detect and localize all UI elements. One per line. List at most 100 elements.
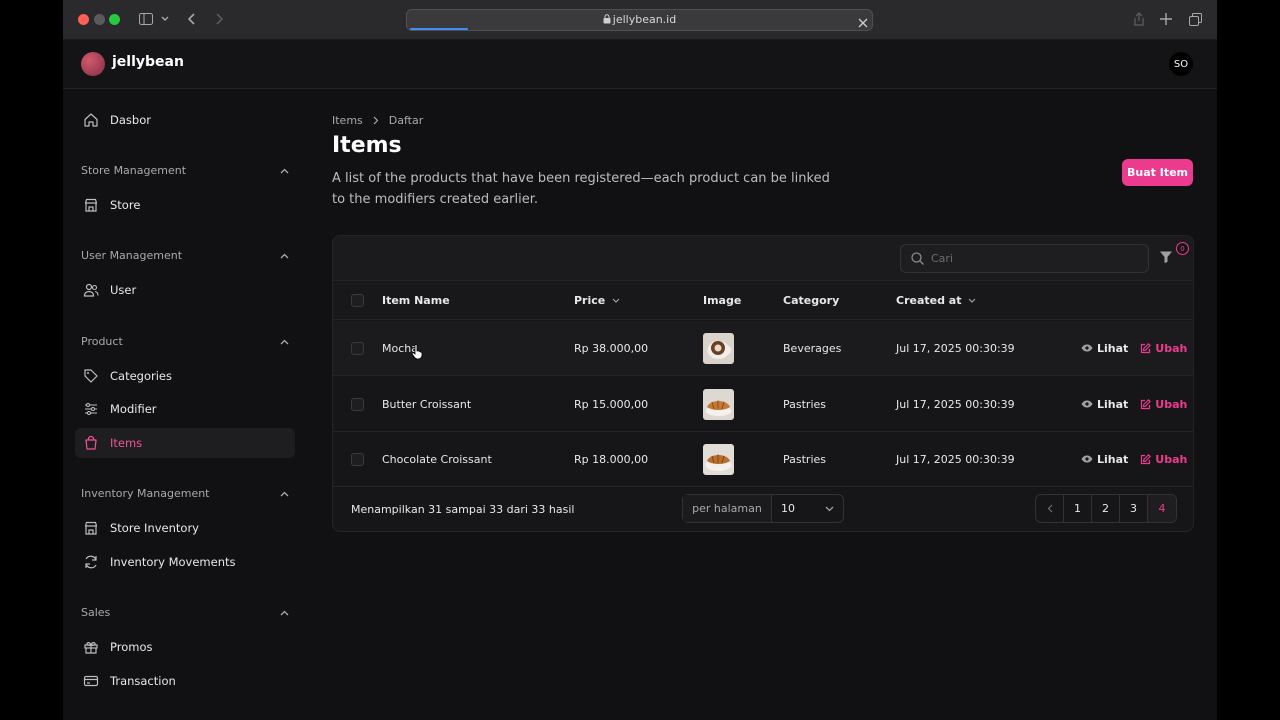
page-button-4[interactable]: 4 bbox=[1148, 495, 1176, 522]
edit-icon bbox=[1141, 398, 1152, 409]
item-price: Rp 18.000,00 bbox=[574, 452, 649, 466]
sort-chevron-icon bbox=[969, 298, 976, 303]
filter-count-badge: 0 bbox=[1176, 242, 1189, 255]
brand-name[interactable]: jellybean bbox=[112, 54, 184, 70]
sidebar-item-label: Inventory Movements bbox=[110, 555, 236, 569]
sidebar-toggle-icon[interactable] bbox=[136, 9, 156, 29]
sidebar-item-label: Store bbox=[110, 198, 141, 212]
mocha-photo bbox=[703, 332, 734, 364]
view-button[interactable]: Lihat bbox=[1081, 342, 1128, 355]
search-box[interactable] bbox=[900, 244, 1149, 273]
previous-page-button[interactable] bbox=[1036, 495, 1064, 522]
credit-card-icon bbox=[81, 673, 101, 689]
column-item-name[interactable]: Item Name bbox=[382, 282, 450, 319]
sidebar-item-items[interactable]: Items bbox=[75, 428, 295, 458]
lock-icon bbox=[603, 14, 611, 24]
group-sales[interactable]: Sales bbox=[81, 606, 289, 619]
item-category: Beverages bbox=[783, 341, 842, 355]
table-row[interactable]: Mocha Rp 38.000,00 Beverages Jul 17, 202… bbox=[333, 321, 1193, 376]
url-text: jellybean.id bbox=[612, 13, 677, 26]
logo-icon bbox=[81, 52, 105, 76]
sidebar-item-categories[interactable]: Categories bbox=[75, 361, 295, 391]
edit-icon bbox=[1141, 342, 1152, 353]
row-checkbox[interactable] bbox=[351, 341, 364, 355]
page-button-3[interactable]: 3 bbox=[1120, 495, 1148, 522]
page-button-1[interactable]: 1 bbox=[1064, 495, 1092, 522]
edit-button[interactable]: Ubah bbox=[1140, 398, 1187, 411]
gift-icon bbox=[81, 639, 101, 655]
per-page-label: per halaman bbox=[683, 495, 772, 522]
browser-toolbar: jellybean.id bbox=[63, 0, 1217, 40]
column-price[interactable]: Price bbox=[574, 282, 620, 319]
store-icon bbox=[81, 520, 101, 536]
row-checkbox[interactable] bbox=[351, 397, 364, 411]
edit-button[interactable]: Ubah bbox=[1140, 342, 1187, 355]
back-icon[interactable] bbox=[182, 9, 202, 29]
sidebar-item-label: Dasbor bbox=[110, 113, 151, 127]
view-label: Lihat bbox=[1097, 452, 1129, 466]
group-user-management[interactable]: User Management bbox=[81, 249, 289, 262]
sidebar-item-modifier[interactable]: Modifier bbox=[75, 394, 295, 424]
row-checkbox[interactable] bbox=[351, 452, 364, 466]
sidebar-item-dasbor[interactable]: Dasbor bbox=[75, 105, 295, 135]
column-created-at[interactable]: Created at bbox=[896, 282, 976, 319]
group-title: User Management bbox=[81, 249, 183, 262]
item-name[interactable]: Chocolate Croissant bbox=[382, 432, 492, 486]
item-category: Pastries bbox=[783, 397, 827, 411]
table-toolbar: 0 bbox=[333, 236, 1193, 281]
group-product[interactable]: Product bbox=[81, 335, 289, 348]
table-row[interactable]: Chocolate Croissant Rp 18.000,00 Pastrie… bbox=[333, 432, 1193, 487]
refresh-icon bbox=[81, 554, 101, 570]
table-row[interactable]: Butter Croissant Rp 15.000,00 Pastries J… bbox=[333, 377, 1193, 432]
group-title: Inventory Management bbox=[81, 487, 210, 500]
view-label: Lihat bbox=[1097, 341, 1129, 355]
breadcrumb-items[interactable]: Items bbox=[332, 114, 363, 127]
sidebar-item-transaction[interactable]: Transaction bbox=[75, 666, 295, 696]
maximize-window-button[interactable] bbox=[109, 14, 120, 25]
create-item-button[interactable]: Buat Item bbox=[1122, 159, 1193, 186]
group-inventory-management[interactable]: Inventory Management bbox=[81, 487, 289, 500]
user-avatar[interactable]: SO bbox=[1169, 52, 1193, 76]
page-title: Items bbox=[332, 133, 402, 158]
view-button[interactable]: Lihat bbox=[1081, 453, 1128, 466]
sidebar-item-store[interactable]: Store bbox=[75, 190, 295, 220]
chevron-up-icon bbox=[280, 168, 289, 173]
item-name[interactable]: Butter Croissant bbox=[382, 377, 471, 431]
edit-icon bbox=[1141, 453, 1152, 464]
chevron-up-icon bbox=[280, 491, 289, 496]
edit-label: Ubah bbox=[1155, 397, 1188, 411]
pagination: 1 2 3 4 bbox=[1035, 494, 1177, 523]
page-description: A list of the products that have been re… bbox=[332, 171, 830, 207]
edit-button[interactable]: Ubah bbox=[1140, 453, 1187, 466]
group-title: Sales bbox=[81, 606, 111, 619]
per-page-select[interactable]: per halaman 10 bbox=[682, 494, 844, 523]
store-icon bbox=[81, 197, 101, 213]
sidebar-item-store-inventory[interactable]: Store Inventory bbox=[75, 513, 295, 543]
select-all-checkbox[interactable] bbox=[351, 294, 364, 307]
page-button-2[interactable]: 2 bbox=[1092, 495, 1120, 522]
chevron-up-icon bbox=[280, 610, 289, 615]
share-icon[interactable] bbox=[1129, 9, 1149, 29]
new-tab-icon[interactable] bbox=[1156, 9, 1176, 29]
view-button[interactable]: Lihat bbox=[1081, 398, 1128, 411]
tag-icon bbox=[81, 368, 101, 384]
search-input[interactable] bbox=[931, 252, 1131, 265]
sidebar-item-label: Transaction bbox=[110, 674, 176, 688]
column-label: Created at bbox=[896, 294, 962, 307]
sidebar-item-user[interactable]: User bbox=[75, 275, 295, 305]
sidebar-item-inventory-movements[interactable]: Inventory Movements bbox=[75, 547, 295, 577]
close-window-button[interactable] bbox=[78, 14, 89, 25]
sidebar-item-promos[interactable]: Promos bbox=[75, 632, 295, 662]
tab-overview-icon[interactable] bbox=[1185, 9, 1205, 29]
column-category: Category bbox=[783, 294, 840, 307]
chevron-down-icon[interactable] bbox=[155, 9, 175, 29]
table-header: Item Name Price Image Category Created a… bbox=[333, 282, 1193, 320]
address-bar[interactable]: jellybean.id bbox=[406, 9, 873, 31]
item-created-at: Jul 17, 2025 00:30:39 bbox=[896, 341, 1015, 355]
close-icon[interactable] bbox=[858, 13, 868, 32]
group-store-management[interactable]: Store Management bbox=[81, 164, 289, 177]
minimize-window-button[interactable] bbox=[94, 14, 105, 25]
view-label: Lihat bbox=[1097, 397, 1129, 411]
filter-icon[interactable] bbox=[1159, 249, 1173, 268]
forward-icon[interactable] bbox=[209, 9, 229, 29]
